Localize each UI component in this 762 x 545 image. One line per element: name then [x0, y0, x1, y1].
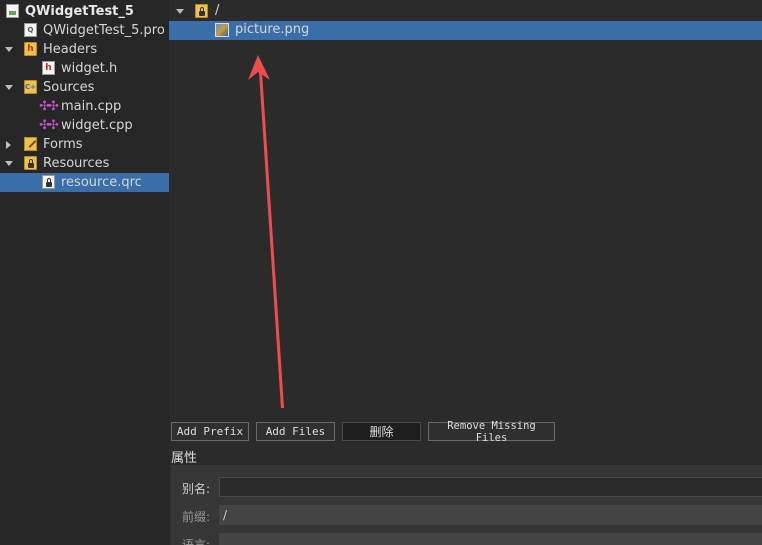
add-files-button[interactable]: Add Files [256, 422, 335, 441]
tree-item-widget-h[interactable]: h widget.h [0, 59, 169, 78]
prefix-folder-icon [195, 4, 208, 18]
tree-item-label: widget.cpp [61, 118, 133, 133]
properties-panel: 别名: 前缀: / 语言: [171, 465, 762, 545]
tree-item-label: QWidgetTest_5.pro [43, 23, 165, 38]
qrc-file-icon [42, 175, 55, 189]
resource-file-label: picture.png [235, 22, 310, 37]
language-field[interactable] [219, 533, 762, 545]
expand-arrow-icon[interactable] [5, 85, 13, 90]
tree-item-main-cpp[interactable]: ✣✣ main.cpp [0, 97, 169, 116]
header-file-icon: h [42, 61, 55, 75]
lock-icon [45, 177, 52, 187]
language-label: 语言: [182, 538, 211, 545]
project-tree: QWidgetTest_5 Q QWidgetTest_5.pro h Head… [0, 0, 169, 545]
tree-item-sources[interactable]: C+ Sources [0, 78, 169, 97]
tree-item-pro-file[interactable]: Q QWidgetTest_5.pro [0, 21, 169, 40]
tree-item-label: resource.qrc [61, 175, 142, 190]
remove-missing-files-button[interactable]: Remove Missing Files [428, 420, 555, 444]
forms-folder-icon [24, 137, 37, 151]
prefix-field[interactable]: / [219, 505, 762, 525]
expand-arrow-icon[interactable] [5, 47, 13, 52]
tree-item-project[interactable]: QWidgetTest_5 [0, 2, 169, 21]
expand-arrow-icon[interactable] [5, 161, 13, 166]
tree-item-label: Headers [43, 42, 98, 57]
pro-file-icon: Q [24, 23, 37, 37]
tree-item-headers[interactable]: h Headers [0, 40, 169, 59]
prefix-field-label: 前缀: [182, 510, 211, 524]
expand-arrow-icon[interactable] [176, 9, 184, 14]
prefix-label: / [215, 3, 220, 18]
resource-tree: / picture.png [169, 0, 762, 405]
properties-title: 属性 [171, 451, 198, 466]
tree-item-resources[interactable]: Resources [0, 154, 169, 173]
tree-item-widget-cpp[interactable]: ✣✣ widget.cpp [0, 116, 169, 135]
lock-icon [198, 6, 205, 16]
resources-folder-icon [24, 156, 37, 170]
sources-folder-icon: C+ [24, 80, 37, 94]
tree-item-label: widget.h [61, 61, 118, 76]
tree-item-label: main.cpp [61, 99, 122, 114]
tree-item-forms[interactable]: Forms [0, 135, 169, 154]
delete-button[interactable]: 删除 [342, 422, 421, 441]
tree-item-label: QWidgetTest_5 [25, 4, 134, 19]
alias-field[interactable] [219, 477, 762, 497]
headers-folder-icon: h [24, 42, 37, 56]
cpp-file-icon: ✣✣ [39, 98, 59, 114]
tree-item-label: Resources [43, 156, 110, 171]
resource-file-row[interactable]: picture.png [169, 21, 762, 40]
image-file-icon [215, 23, 229, 37]
lock-icon [27, 158, 34, 168]
resource-prefix-row[interactable]: / [169, 2, 762, 21]
tree-item-label: Sources [43, 80, 95, 95]
tree-item-label: Forms [43, 137, 83, 152]
add-prefix-button[interactable]: Add Prefix [171, 422, 249, 441]
tree-item-resource-qrc[interactable]: resource.qrc [0, 173, 169, 192]
project-icon [6, 4, 19, 18]
collapse-arrow-icon[interactable] [6, 141, 11, 149]
cpp-file-icon: ✣✣ [39, 117, 59, 133]
alias-label: 别名: [182, 482, 211, 496]
